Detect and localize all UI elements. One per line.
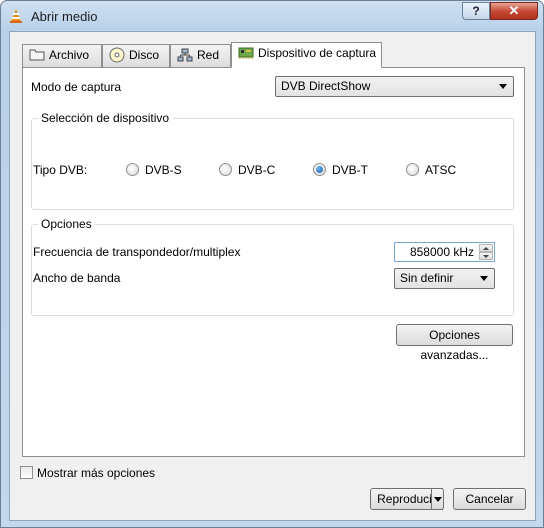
dvb-s-label[interactable]: DVB-S	[145, 163, 182, 177]
bandwidth-select[interactable]: Sin definir	[394, 268, 495, 289]
open-media-dialog: Abrir medio ? ✕ Archivo Disco Red Dispos…	[0, 0, 544, 528]
atsc-radio[interactable]	[406, 163, 419, 176]
tab-archivo[interactable]: Archivo	[22, 44, 102, 67]
capture-mode-label: Modo de captura	[31, 80, 122, 94]
device-selection-title: Selección de dispositivo	[38, 111, 173, 125]
tab-dispositivo-label: Dispositivo de captura	[258, 46, 377, 60]
capture-device-panel: Modo de captura DVB DirectShow Selección…	[22, 67, 525, 457]
spin-down-icon[interactable]	[479, 252, 493, 260]
bandwidth-label: Ancho de banda	[33, 271, 121, 285]
more-options-checkbox[interactable]	[20, 466, 33, 479]
frequency-label: Frecuencia de transpondedor/multiplex	[33, 245, 241, 259]
close-button[interactable]: ✕	[490, 2, 538, 20]
options-group: Opciones Frecuencia de transpondedor/mul…	[31, 217, 514, 316]
help-button[interactable]: ?	[462, 2, 490, 20]
network-icon	[177, 48, 193, 62]
dvb-t-label[interactable]: DVB-T	[332, 163, 368, 177]
tab-red-label: Red	[197, 48, 220, 62]
capture-mode-select[interactable]: DVB DirectShow	[275, 76, 514, 97]
advanced-options-button[interactable]: Opciones avanzadas...	[396, 324, 513, 362]
frequency-value: 858000 kHz	[409, 245, 474, 259]
atsc-label[interactable]: ATSC	[425, 163, 456, 177]
folder-icon	[29, 49, 45, 61]
radio-selected-dot	[316, 166, 323, 173]
spin-up-icon[interactable]	[479, 244, 493, 252]
tab-disco-label: Disco	[129, 48, 160, 62]
tab-dispositivo-de-captura[interactable]: Dispositivo de captura	[231, 42, 382, 68]
device-selection-group: Selección de dispositivo Tipo DVB: DVB-S…	[31, 111, 514, 210]
dvb-c-radio[interactable]	[219, 163, 232, 176]
more-options-label[interactable]: Mostrar más opciones	[37, 466, 155, 480]
dvb-type-label: Tipo DVB:	[33, 163, 88, 177]
bandwidth-value: Sin definir	[400, 271, 454, 285]
cancel-button[interactable]: Cancelar	[453, 488, 526, 510]
capture-mode-value: DVB DirectShow	[281, 79, 371, 93]
tab-archivo-label: Archivo	[49, 48, 90, 62]
chevron-down-icon	[499, 84, 507, 89]
dvb-s-radio[interactable]	[126, 163, 139, 176]
tab-red[interactable]: Red	[170, 44, 231, 67]
chevron-down-icon	[434, 497, 442, 502]
options-title: Opciones	[38, 217, 95, 231]
chevron-down-icon	[480, 276, 488, 281]
tab-disco[interactable]: Disco	[102, 44, 170, 67]
window-title: Abrir medio	[31, 9, 98, 24]
vlc-cone-icon	[10, 9, 22, 23]
dvb-c-label[interactable]: DVB-C	[238, 163, 275, 177]
title-bar[interactable]: Abrir medio ? ✕	[1, 1, 543, 31]
capture-card-icon	[238, 47, 254, 59]
dvb-t-radio[interactable]	[313, 163, 326, 176]
disc-icon	[109, 47, 125, 63]
frequency-spinbox[interactable]: 858000 kHz	[394, 242, 495, 262]
play-dropdown-button[interactable]	[431, 488, 444, 510]
dialog-client-area: Archivo Disco Red Dispositivo de captura	[9, 31, 536, 521]
